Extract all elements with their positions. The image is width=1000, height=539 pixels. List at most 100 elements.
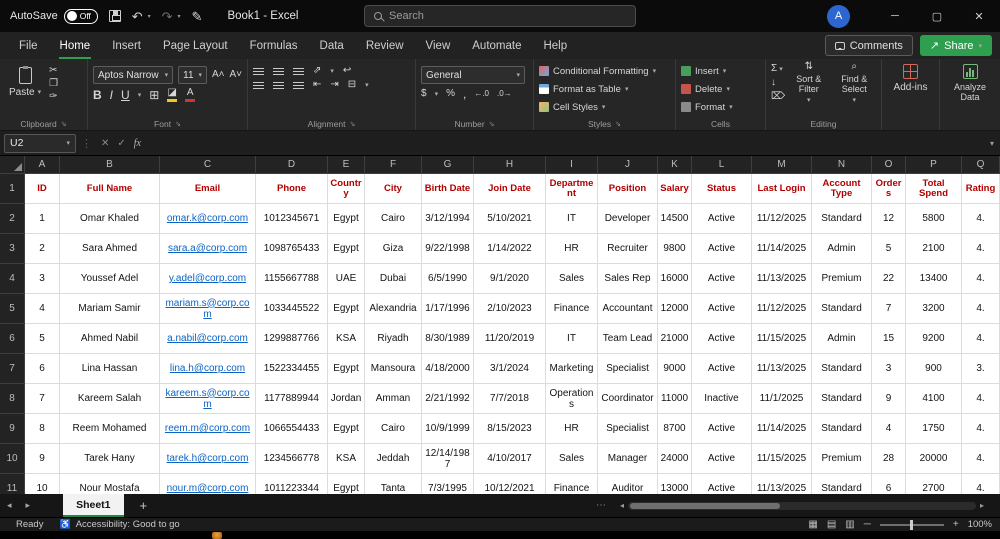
cell-M11[interactable]: 11/13/2025	[752, 474, 812, 494]
cell-B9[interactable]: Reem Mohamed	[60, 414, 160, 444]
align-middle-icon[interactable]	[273, 67, 284, 75]
number-dialog-launcher-icon[interactable]: ⇘	[489, 120, 495, 128]
row-header-8[interactable]: 8	[0, 384, 25, 414]
cell-H4[interactable]: 9/1/2020	[474, 264, 546, 294]
cell-N5[interactable]: Standard	[812, 294, 872, 324]
column-header-O[interactable]: O	[872, 156, 906, 174]
cell-M8[interactable]: 11/1/2025	[752, 384, 812, 414]
name-box[interactable]: U2 ▾	[4, 133, 76, 153]
tab-home[interactable]: Home	[49, 32, 102, 59]
clipboard-dialog-launcher-icon[interactable]: ⇘	[61, 120, 67, 128]
cell-I2[interactable]: IT	[546, 204, 598, 234]
cell-G10[interactable]: 12/14/1987	[422, 444, 474, 474]
cell-O5[interactable]: 7	[872, 294, 906, 324]
cell-H2[interactable]: 5/10/2021	[474, 204, 546, 234]
cell-N2[interactable]: Standard	[812, 204, 872, 234]
cell-H9[interactable]: 8/15/2023	[474, 414, 546, 444]
cell-K8[interactable]: 11000	[658, 384, 692, 414]
cell-A11[interactable]: 10	[25, 474, 60, 494]
cell-O6[interactable]: 15	[872, 324, 906, 354]
underline-button[interactable]: U	[121, 89, 130, 101]
cell-E8[interactable]: Jordan	[328, 384, 365, 414]
cell-B3[interactable]: Sara Ahmed	[60, 234, 160, 264]
cell-A3[interactable]: 2	[25, 234, 60, 264]
cell-L6[interactable]: Active	[692, 324, 752, 354]
cell-D4[interactable]: 1155667788	[256, 264, 328, 294]
tab-page-layout[interactable]: Page Layout	[152, 32, 239, 59]
delete-cells-button[interactable]: Delete ▾	[681, 80, 760, 98]
sheet-prev-icon[interactable]: ◂	[0, 500, 19, 511]
cut-icon[interactable]: ✂	[49, 66, 58, 76]
cell-O8[interactable]: 9	[872, 384, 906, 414]
cell-M6[interactable]: 11/15/2025	[752, 324, 812, 354]
minimize-button[interactable]: ─	[874, 0, 916, 32]
percent-icon[interactable]: %	[446, 89, 455, 99]
cell-header-H1[interactable]: Join Date	[474, 174, 546, 204]
cell-F6[interactable]: Riyadh	[365, 324, 422, 354]
cell-D3[interactable]: 1098765433	[256, 234, 328, 264]
cell-I11[interactable]: Finance	[546, 474, 598, 494]
cell-Q2[interactable]: 4.	[962, 204, 1000, 234]
cell-D7[interactable]: 1522334455	[256, 354, 328, 384]
cell-J11[interactable]: Auditor	[598, 474, 658, 494]
scroll-left-icon[interactable]: ◂	[616, 501, 628, 510]
cell-I5[interactable]: Finance	[546, 294, 598, 324]
cell-L3[interactable]: Active	[692, 234, 752, 264]
cell-H8[interactable]: 7/7/2018	[474, 384, 546, 414]
cell-E6[interactable]: KSA	[328, 324, 365, 354]
cell-G11[interactable]: 7/3/1995	[422, 474, 474, 494]
align-bottom-icon[interactable]	[293, 67, 304, 75]
cell-K3[interactable]: 9800	[658, 234, 692, 264]
zoom-level[interactable]: 100%	[968, 519, 992, 530]
styles-dialog-launcher-icon[interactable]: ⇘	[615, 120, 621, 128]
column-header-G[interactable]: G	[422, 156, 474, 174]
cell-H6[interactable]: 11/20/2019	[474, 324, 546, 354]
cell-L10[interactable]: Active	[692, 444, 752, 474]
cell-O2[interactable]: 12	[872, 204, 906, 234]
scrollbar-track[interactable]	[628, 501, 976, 510]
cell-header-M1[interactable]: Last Login	[752, 174, 812, 204]
cell-L2[interactable]: Active	[692, 204, 752, 234]
cell-A7[interactable]: 6	[25, 354, 60, 384]
cell-O7[interactable]: 3	[872, 354, 906, 384]
zoom-slider[interactable]	[879, 519, 944, 530]
cell-P9[interactable]: 1750	[906, 414, 962, 444]
cell-B6[interactable]: Ahmed Nabil	[60, 324, 160, 354]
formula-input[interactable]	[151, 133, 984, 153]
cell-header-D1[interactable]: Phone	[256, 174, 328, 204]
currency-icon[interactable]: $	[421, 89, 427, 99]
insert-function-icon[interactable]: fx	[134, 138, 141, 149]
cell-C5[interactable]: mariam.s@corp.com	[160, 294, 256, 324]
borders-icon[interactable]: ⊞	[149, 89, 159, 101]
cell-A10[interactable]: 9	[25, 444, 60, 474]
cell-C7[interactable]: lina.h@corp.com	[160, 354, 256, 384]
cell-P2[interactable]: 5800	[906, 204, 962, 234]
cell-G8[interactable]: 2/21/1992	[422, 384, 474, 414]
cell-H5[interactable]: 2/10/2023	[474, 294, 546, 324]
avatar[interactable]: A	[827, 4, 850, 28]
cell-E3[interactable]: Egypt	[328, 234, 365, 264]
cell-header-I1[interactable]: Department	[546, 174, 598, 204]
page-layout-view-icon[interactable]: ▤	[827, 519, 836, 530]
cell-N10[interactable]: Premium	[812, 444, 872, 474]
row-header-9[interactable]: 9	[0, 414, 25, 444]
cell-C4[interactable]: y.adel@corp.com	[160, 264, 256, 294]
cell-E10[interactable]: KSA	[328, 444, 365, 474]
cell-K9[interactable]: 8700	[658, 414, 692, 444]
undo-icon[interactable]: ↶	[132, 10, 143, 23]
cell-B8[interactable]: Kareem Salah	[60, 384, 160, 414]
cell-G2[interactable]: 3/12/1994	[422, 204, 474, 234]
format-as-table-button[interactable]: Format as Table ▾	[539, 80, 670, 98]
column-header-C[interactable]: C	[160, 156, 256, 174]
cell-Q11[interactable]: 4.	[962, 474, 1000, 494]
cell-P7[interactable]: 900	[906, 354, 962, 384]
cell-P4[interactable]: 13400	[906, 264, 962, 294]
comma-style-icon[interactable]: ,	[463, 88, 466, 100]
normal-view-icon[interactable]: ▦	[808, 519, 817, 530]
cell-K4[interactable]: 16000	[658, 264, 692, 294]
cell-B10[interactable]: Tarek Hany	[60, 444, 160, 474]
cell-D5[interactable]: 1033445522	[256, 294, 328, 324]
autosum-icon[interactable]: Σ	[771, 64, 777, 74]
cell-I4[interactable]: Sales	[546, 264, 598, 294]
comments-button[interactable]: Comments	[824, 35, 913, 56]
